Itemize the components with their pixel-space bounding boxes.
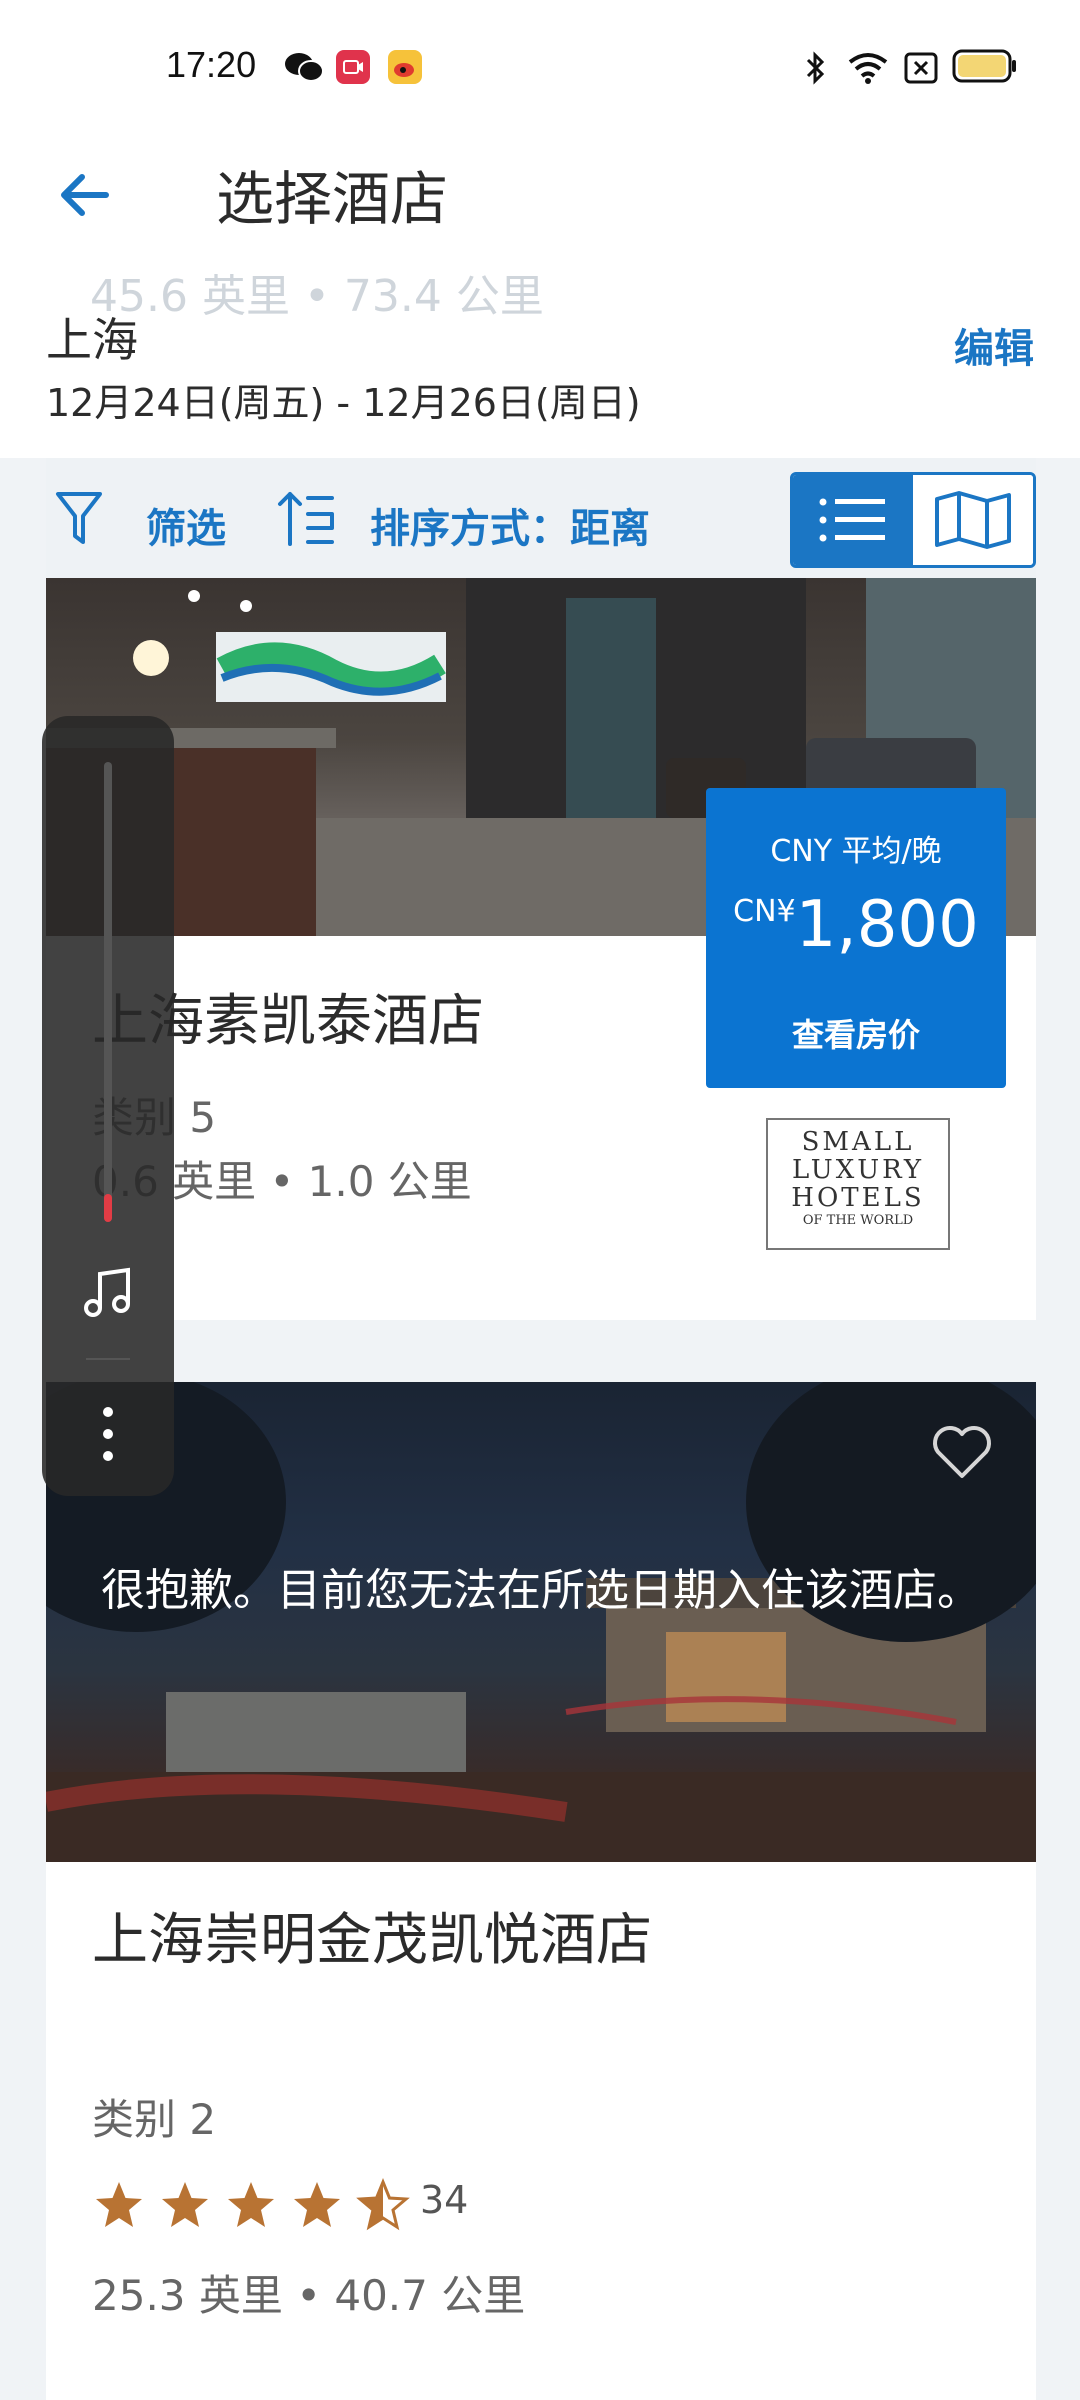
volume-slider[interactable] bbox=[104, 762, 112, 1222]
wechat-icon bbox=[285, 53, 324, 82]
logo-text-luxury: LUXURY bbox=[791, 1155, 925, 1185]
unavailable-message: 很抱歉。目前您无法在所选日期入住该酒店。 bbox=[101, 1565, 981, 1616]
filter-label: 筛选 bbox=[146, 506, 226, 552]
status-time: 17:20 bbox=[166, 44, 257, 85]
hotel-distance: 25.3 英里 • 40.7 公里 bbox=[92, 2271, 526, 2320]
wifi-icon bbox=[848, 53, 888, 84]
app-bar: 选择酒店 bbox=[0, 130, 1080, 274]
star-rating bbox=[96, 2180, 408, 2229]
volume-level bbox=[104, 1194, 112, 1222]
more-options-icon[interactable] bbox=[90, 1402, 126, 1466]
sim-blocked-icon bbox=[904, 52, 938, 84]
search-dates: 12月24日(周五) - 12月26日(周日) bbox=[46, 381, 641, 425]
status-bar: 17:20 bbox=[0, 0, 1080, 130]
map-view-button[interactable] bbox=[913, 475, 1033, 565]
sort-button[interactable]: 排序方式：距离 bbox=[276, 458, 736, 578]
hotel-card[interactable]: CNY 平均/晚 CN¥1,800 查看房价 上海素凯泰酒店 类别 5 0.6 … bbox=[46, 578, 1036, 1320]
filter-button[interactable]: 筛选 bbox=[54, 458, 264, 578]
sort-icon bbox=[278, 492, 334, 546]
page-title: 选择酒店 bbox=[216, 165, 449, 233]
view-toggle bbox=[790, 472, 1036, 568]
filter-sort-bar: 筛选 排序方式：距离 bbox=[46, 458, 1036, 578]
battery-icon bbox=[952, 49, 1016, 83]
music-note-icon[interactable] bbox=[78, 1264, 138, 1324]
weibo-icon bbox=[388, 50, 422, 84]
hotel-category: 类别 2 bbox=[92, 2095, 217, 2144]
price-box[interactable]: CNY 平均/晚 CN¥1,800 查看房价 bbox=[706, 788, 1006, 1088]
filter-funnel-icon bbox=[56, 492, 102, 544]
price-currency: CN¥ bbox=[733, 894, 796, 929]
hotel-card[interactable]: 很抱歉。目前您无法在所选日期入住该酒店。 上海崇明金茂凯悦酒店 类别 2 34 … bbox=[46, 1382, 1036, 2400]
video-app-icon bbox=[336, 50, 370, 84]
review-count[interactable]: 34 bbox=[420, 2178, 468, 2222]
bluetooth-icon bbox=[806, 51, 825, 85]
floating-media-panel bbox=[42, 716, 174, 1496]
search-city: 上海 bbox=[46, 313, 138, 367]
favorite-heart-icon[interactable] bbox=[930, 1422, 994, 1482]
logo-text-world: OF THE WORLD bbox=[802, 1213, 914, 1228]
sort-label: 排序方式：距离 bbox=[370, 506, 650, 552]
overlay-divider bbox=[86, 1358, 130, 1360]
logo-text-hotels: HOTELS bbox=[791, 1183, 925, 1213]
price-value: 1,800 bbox=[795, 888, 979, 962]
hotel-name[interactable]: 上海崇明金茂凯悦酒店 bbox=[92, 1900, 712, 1982]
list-view-button[interactable] bbox=[793, 475, 913, 565]
nightly-price: CN¥1,800 bbox=[706, 888, 1006, 962]
search-summary: 45.6 英里 • 73.4 公里 上海 12月24日(周五) - 12月26日… bbox=[0, 271, 1080, 458]
small-luxury-hotels-logo: SMALL LUXURY HOTELS OF THE WORLD bbox=[766, 1118, 950, 1250]
logo-text-small: SMALL bbox=[801, 1127, 915, 1157]
view-rates-button[interactable]: 查看房价 bbox=[706, 1010, 1006, 1056]
back-arrow-icon[interactable] bbox=[52, 160, 122, 230]
list-icon bbox=[819, 498, 885, 542]
scrolled-distance-text: 45.6 英里 • 73.4 公里 bbox=[90, 271, 544, 322]
edit-search-button[interactable]: 编辑 bbox=[954, 316, 1034, 374]
price-per-night-label: CNY 平均/晚 bbox=[770, 834, 942, 869]
map-icon bbox=[935, 491, 1011, 549]
